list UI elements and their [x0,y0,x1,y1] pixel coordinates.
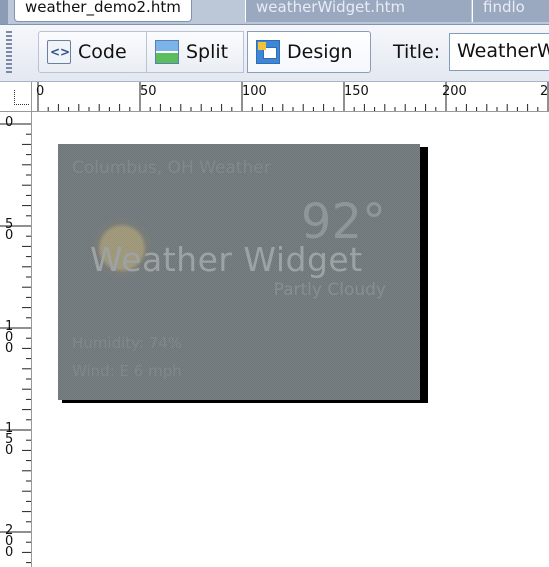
code-view-label: Code [78,41,127,63]
split-view-label: Split [186,41,229,63]
horizontal-ruler[interactable]: 0 50 100 150 200 25 [32,82,549,112]
svg-text:0: 0 [5,115,13,130]
design-view-icon [256,40,280,64]
v-ruler-label-100: 100 [5,319,13,356]
h-ruler-label-200: 200 [442,84,467,99]
tab-weather-widget[interactable]: weatherWidget.htm [245,0,471,22]
design-view-button[interactable]: Design [247,31,371,73]
h-ruler-label-250: 25 [540,84,549,99]
widget-title: Weather Widget [90,240,363,279]
tab-weather-demo2[interactable]: weather_demo2.htm [14,0,192,22]
v-ruler-label-200: 200 [5,523,13,560]
widget-humidity: Humidity: 74% [72,334,183,352]
widget-wind: Wind: E 6 mph [72,362,182,380]
page-title-label: Title: [393,41,441,63]
h-ruler-label-100: 100 [242,84,267,99]
svg-text:0: 0 [5,341,13,356]
design-view-label: Design [287,41,353,63]
weather-widget[interactable]: Columbus, OH Weather 92° Weather Widget … [58,144,420,400]
widget-city: Columbus, OH Weather [72,158,271,178]
svg-text:0: 0 [5,545,13,560]
vertical-ruler-ticks: 050100150200 [0,115,31,564]
page-title-input[interactable]: WeatherW [449,33,549,71]
horizontal-ruler-ticks: 0 50 100 150 200 25 [36,82,549,111]
svg-text:0: 0 [5,228,13,243]
svg-text:0: 0 [5,443,13,458]
h-ruler-label-50: 50 [140,84,157,99]
vertical-ruler[interactable]: 050100150200 [0,112,32,567]
tab-findlo[interactable]: findlo [472,0,549,22]
v-ruler-label-0: 0 [5,115,13,130]
widget-condition: Partly Cloudy [273,280,386,300]
tab-strip-grip [0,0,8,24]
ruler-origin-icon [14,90,29,105]
v-ruler-label-50: 50 [5,217,13,243]
design-canvas[interactable]: Columbus, OH Weather 92° Weather Widget … [32,112,549,567]
code-view-button[interactable]: Code [38,31,147,73]
code-view-icon [47,40,71,64]
toolbar-grip[interactable] [6,31,12,75]
split-view-icon [155,40,179,64]
h-ruler-label-0: 0 [36,84,44,99]
v-ruler-label-150: 150 [5,421,13,458]
split-view-button[interactable]: Split [146,31,244,73]
ruler-origin-corner[interactable] [0,82,32,112]
document-tab-strip: weather_demo2.htm weatherWidget.htm find… [0,0,549,25]
document-toolbar: Code Split Design Title: WeatherW [0,25,549,82]
h-ruler-label-150: 150 [344,84,369,99]
